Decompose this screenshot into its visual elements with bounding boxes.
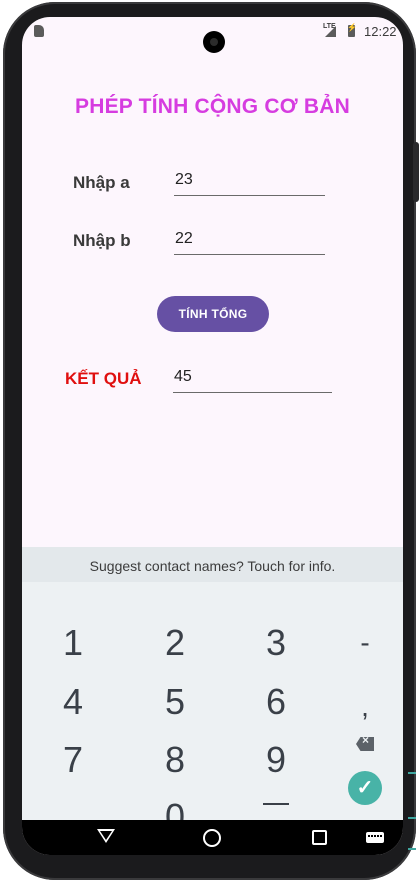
status-time: 12:22: [364, 24, 397, 39]
key-comma[interactable]: ,: [330, 682, 400, 732]
back-icon[interactable]: [97, 829, 115, 843]
edge-indicator: [408, 848, 416, 850]
key-5[interactable]: 5: [140, 677, 210, 727]
check-icon[interactable]: ✓: [348, 771, 382, 805]
key-1[interactable]: 1: [38, 618, 108, 668]
suggestion-bar[interactable]: Suggest contact names? Touch for info.: [22, 547, 403, 582]
page-title: PHÉP TÍNH CỘNG CƠ BẢN: [75, 95, 350, 118]
volume-button: [413, 142, 419, 202]
recents-icon[interactable]: [312, 830, 327, 845]
home-icon[interactable]: [203, 829, 221, 847]
key-2[interactable]: 2: [140, 618, 210, 668]
screen: LTE 12:22 PHÉP TÍNH CỘNG CƠ BẢN Nhập a N…: [22, 17, 403, 855]
edge-indicator: [408, 772, 416, 774]
signal-icon: [325, 26, 336, 37]
key-9[interactable]: 9: [241, 735, 311, 785]
battery-icon: [347, 23, 357, 37]
edge-indicator: [408, 817, 416, 819]
result-field[interactable]: [173, 366, 332, 393]
numeric-keyboard: Suggest contact names? Touch for info. 1…: [22, 547, 403, 837]
key-3[interactable]: 3: [241, 618, 311, 668]
result-label: KẾT QUẢ: [65, 369, 142, 388]
keyboard-icon[interactable]: [366, 832, 384, 843]
key-6[interactable]: 6: [241, 677, 311, 727]
phone-frame: LTE 12:22 PHÉP TÍNH CỘNG CƠ BẢN Nhập a N…: [3, 2, 419, 880]
sim-card-icon: [34, 25, 44, 37]
input-a-label: Nhập a: [73, 173, 130, 192]
input-a-field[interactable]: [174, 169, 325, 196]
key-minus[interactable]: -: [330, 618, 400, 668]
input-b-field[interactable]: [174, 228, 325, 255]
navigation-bar: [22, 820, 403, 855]
key-8[interactable]: 8: [140, 735, 210, 785]
key-4[interactable]: 4: [38, 677, 108, 727]
space-key[interactable]: [263, 803, 289, 805]
key-7[interactable]: 7: [38, 735, 108, 785]
sum-button[interactable]: TÍNH TỔNG: [157, 296, 269, 332]
backspace-icon[interactable]: ×: [356, 737, 374, 751]
front-camera: [203, 31, 225, 53]
input-b-label: Nhập b: [73, 231, 131, 250]
